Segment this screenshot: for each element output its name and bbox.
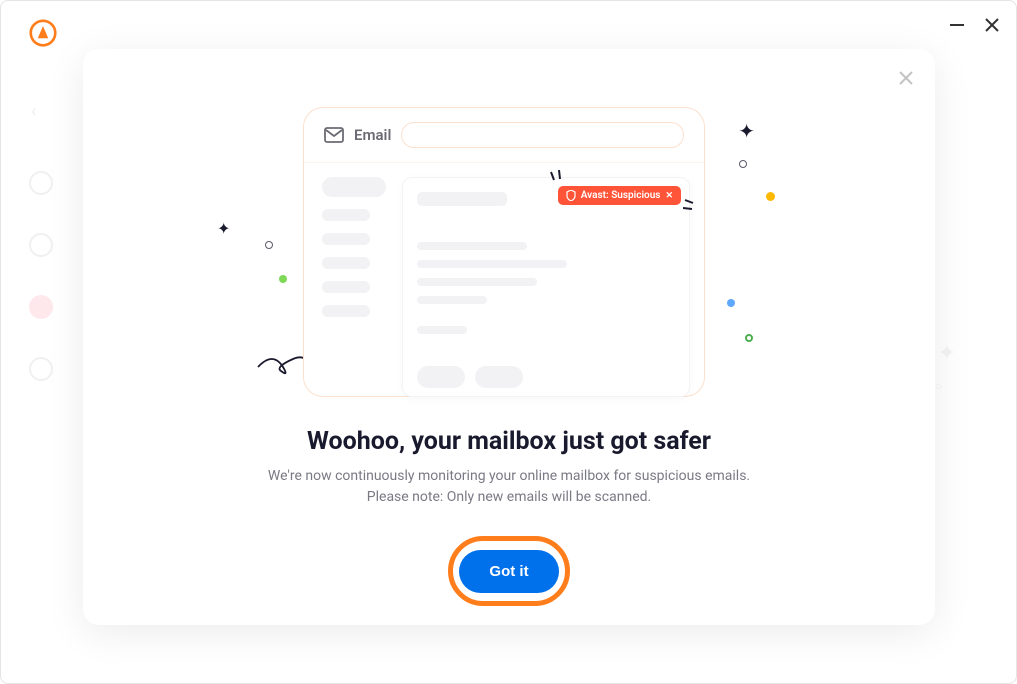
decorative-dot-icon: ○ [935,379,942,393]
text-placeholder [417,296,487,304]
decorative-dot-icon [727,299,735,307]
text-placeholder [417,260,567,268]
decorative-circle-icon [265,241,273,249]
email-app-body: Avast: Suspicious ✕ [304,163,704,397]
sidebar-placeholder [322,233,370,245]
nav-home-icon[interactable] [29,171,53,195]
decorative-circle-icon [745,334,753,342]
email-sidebar [322,177,386,397]
emphasis-mark-icon [683,196,703,216]
email-app-mockup: Email [303,107,705,397]
nav-account-icon[interactable] [29,357,53,381]
avast-logo-icon [29,19,57,47]
minimize-button[interactable] [950,24,964,26]
email-message: Avast: Suspicious ✕ [402,177,690,397]
text-placeholder [417,242,527,250]
subtext-line: We're now continuously monitoring your o… [268,468,750,484]
decorative-dot-icon [766,192,775,201]
mail-icon [324,127,344,143]
decorative-sparkle-icon: ✦ [938,341,956,366]
confirmation-modal: ✦ ✦ Email [83,49,935,625]
modal-subtext: We're now continuously monitoring your o… [103,466,915,508]
window-close-button[interactable] [984,17,1000,33]
email-search-field [401,122,684,148]
cta-container: Got it [103,550,915,593]
sidebar-placeholder [322,257,370,269]
nav-alerts-icon[interactable] [29,295,53,319]
badge-text: Avast: Suspicious [581,190,661,201]
window-controls [950,17,1000,33]
badge-close-icon: ✕ [665,191,673,201]
button-placeholder [475,366,523,388]
sidebar-placeholder [322,209,370,221]
email-app-label: Email [354,126,391,144]
shield-icon [566,190,576,201]
sparkle-icon: ✦ [217,219,230,238]
got-it-button[interactable]: Got it [459,550,558,593]
sidebar-nav [29,171,53,381]
modal-heading: Woohoo, your mailbox just got safer [103,427,915,456]
text-placeholder [417,326,467,334]
modal-close-button[interactable] [895,67,917,89]
email-app-header: Email [304,108,704,163]
text-placeholder [417,192,507,206]
sidebar-placeholder [322,305,370,317]
subtext-line: Please note: Only new emails will be sca… [367,489,651,505]
app-window: ‹ ✦ ○ ✦ ✦ [0,0,1017,684]
sidebar-placeholder [322,177,386,197]
sparkle-icon: ✦ [738,119,755,143]
nav-explore-icon[interactable] [29,233,53,257]
suspicious-badge: Avast: Suspicious ✕ [558,186,681,205]
sidebar-placeholder [322,281,370,293]
email-illustration: ✦ ✦ Email [203,89,815,399]
decorative-circle-icon [739,160,747,168]
text-placeholder [417,278,537,286]
decorative-dot-icon [279,275,287,283]
button-placeholder [417,366,465,388]
back-icon[interactable]: ‹ [31,101,36,122]
